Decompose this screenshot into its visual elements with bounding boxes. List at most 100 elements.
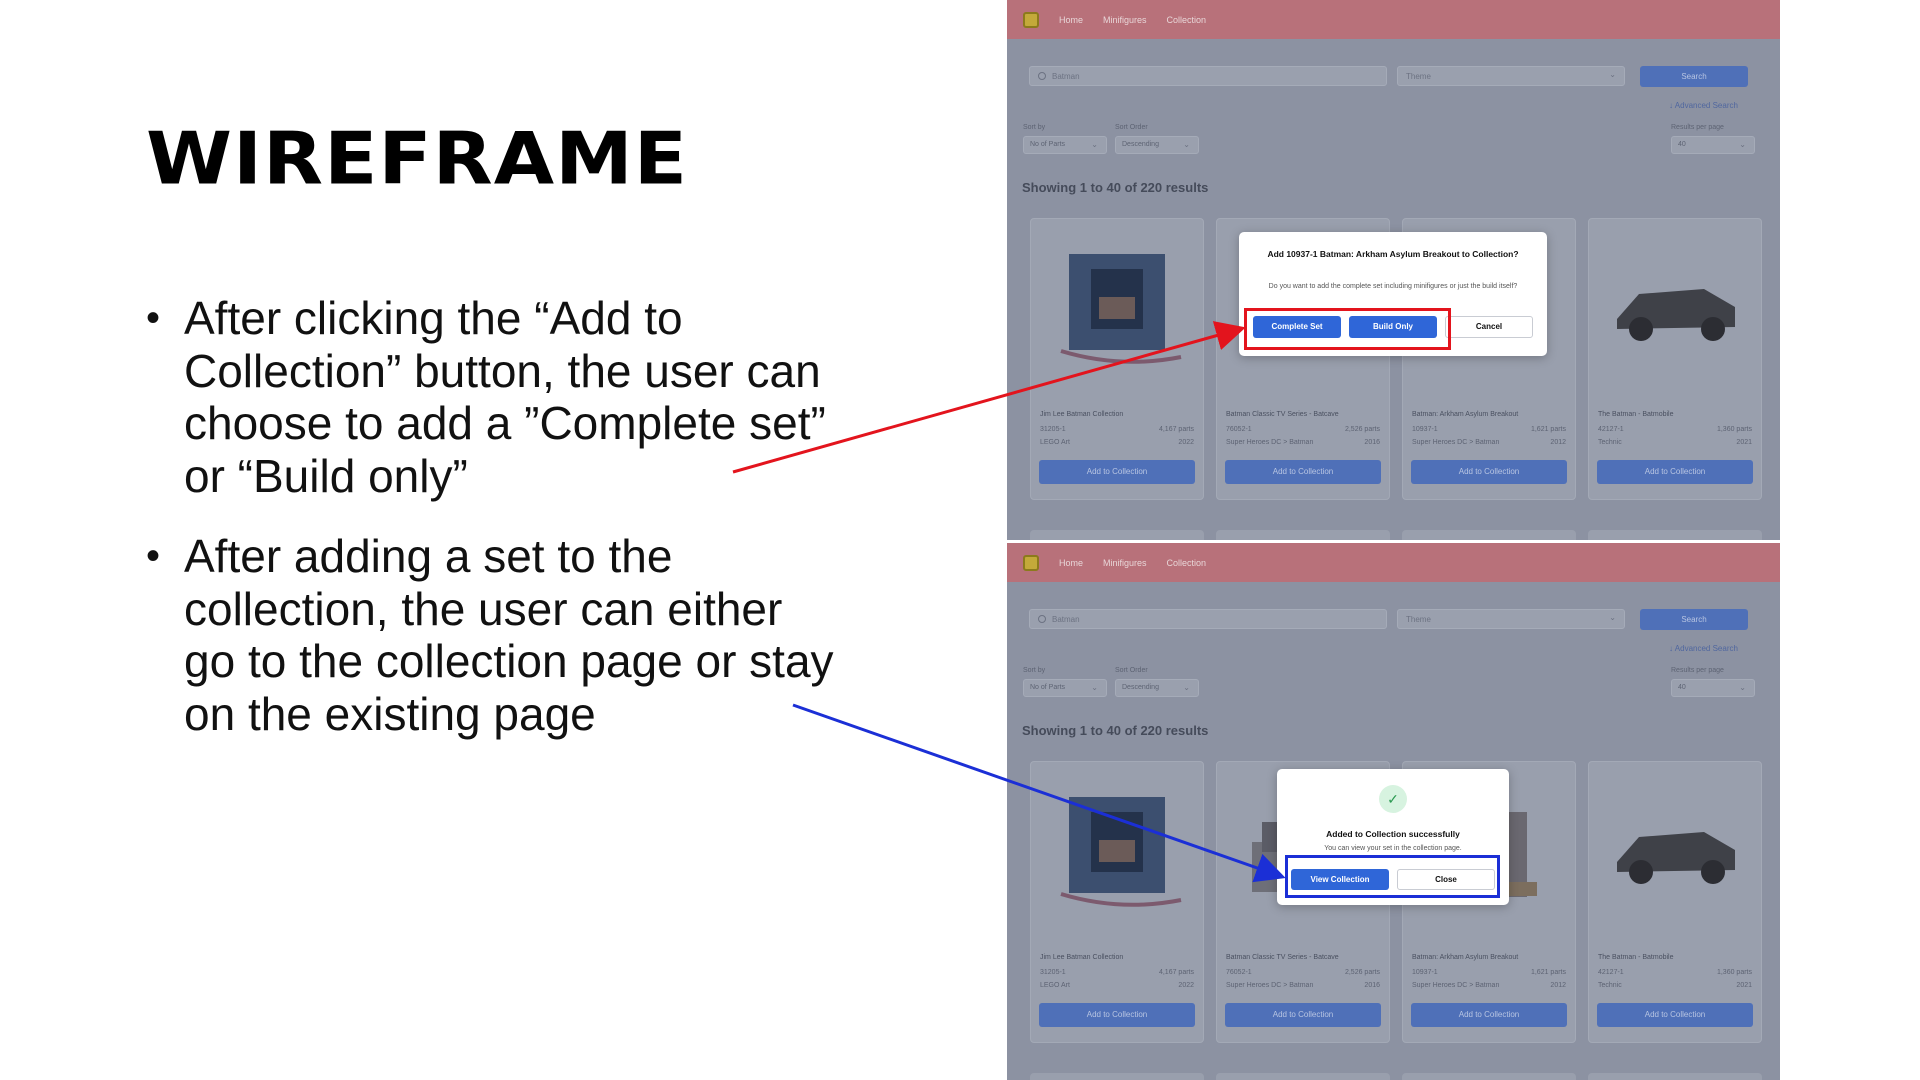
sort-order-select[interactable]: Descending ⌄ <box>1115 136 1199 154</box>
set-parts: 1,360 parts <box>1716 969 1752 976</box>
set-name[interactable]: Batman: Arkham Asylum Breakout <box>1412 954 1518 961</box>
set-card <box>1402 1073 1576 1080</box>
search-icon <box>1038 72 1046 80</box>
bullet-list: • After clicking the “Add to Collection”… <box>146 292 846 768</box>
per-page-label: Results per page <box>1671 667 1724 674</box>
lego-logo-icon[interactable] <box>1023 11 1039 28</box>
set-number: 42127-1 <box>1598 426 1624 433</box>
theme-select[interactable]: Theme ⌄ <box>1397 609 1625 629</box>
set-image <box>1060 254 1182 364</box>
dialog-title: Add 10937-1 Batman: Arkham Asylum Breako… <box>1267 249 1519 259</box>
set-card <box>1588 1073 1762 1080</box>
search-value: Batman <box>1052 72 1080 81</box>
add-to-collection-button[interactable]: Add to Collection <box>1411 460 1567 484</box>
set-number: 31205-1 <box>1040 426 1066 433</box>
search-input[interactable]: Batman <box>1029 609 1387 629</box>
add-to-collection-button[interactable]: Add to Collection <box>1225 1003 1381 1027</box>
navbar: Home Minifigures Collection <box>1007 0 1780 39</box>
set-year: 2022 <box>1178 439 1194 446</box>
set-name[interactable]: Batman Classic TV Series - Batcave <box>1226 411 1339 418</box>
sort-by-select[interactable]: No of Parts ⌄ <box>1023 679 1107 697</box>
set-year: 2021 <box>1736 439 1752 446</box>
set-theme: Super Heroes DC > Batman <box>1412 982 1500 989</box>
sort-order-label: Sort Order <box>1115 124 1148 131</box>
set-card <box>1588 530 1762 540</box>
add-to-collection-button[interactable]: Add to Collection <box>1039 460 1195 484</box>
set-card <box>1216 530 1390 540</box>
sort-by-select[interactable]: No of Parts ⌄ <box>1023 136 1107 154</box>
set-year: 2016 <box>1364 439 1380 446</box>
theme-select[interactable]: Theme ⌄ <box>1397 66 1625 86</box>
chevron-down-icon: ⌄ <box>1183 683 1190 692</box>
bullet-text: After adding a set to the collection, th… <box>184 530 834 740</box>
per-page-value: 40 <box>1678 141 1686 148</box>
set-card <box>1030 1073 1204 1080</box>
add-to-collection-button[interactable]: Add to Collection <box>1039 1003 1195 1027</box>
per-page-select[interactable]: 40 ⌄ <box>1671 679 1755 697</box>
theme-placeholder: Theme <box>1406 72 1431 81</box>
advanced-search-link[interactable]: ↓ Advanced Search <box>1669 101 1738 110</box>
set-card <box>1402 530 1576 540</box>
per-page-select[interactable]: 40 ⌄ <box>1671 136 1755 154</box>
set-theme: LEGO Art <box>1040 439 1070 446</box>
sort-order-select[interactable]: Descending ⌄ <box>1115 679 1199 697</box>
results-heading: Showing 1 to 40 of 220 results <box>1022 180 1209 195</box>
slide-title: WIREFRAME <box>146 118 689 201</box>
search-value: Batman <box>1052 615 1080 624</box>
set-year: 2022 <box>1178 982 1194 989</box>
set-year: 2021 <box>1736 982 1752 989</box>
highlight-box-blue <box>1285 855 1500 898</box>
set-name[interactable]: Jim Lee Batman Collection <box>1040 954 1123 961</box>
bullet-text: After clicking the “Add to Collection” b… <box>184 292 826 502</box>
set-theme: LEGO Art <box>1040 982 1070 989</box>
set-card: The Batman - Batmobile 42127-1 1,360 par… <box>1588 218 1762 500</box>
nav-collection[interactable]: Collection <box>1167 15 1207 25</box>
add-to-collection-button[interactable]: Add to Collection <box>1411 1003 1567 1027</box>
add-to-collection-button[interactable]: Add to Collection <box>1597 1003 1753 1027</box>
set-name[interactable]: The Batman - Batmobile <box>1598 411 1673 418</box>
highlight-box-red <box>1244 308 1451 350</box>
search-button[interactable]: Search <box>1640 609 1748 630</box>
screenshot-add-modal: Home Minifigures Collection Batman Theme… <box>1007 0 1780 540</box>
search-icon <box>1038 615 1046 623</box>
set-theme: Super Heroes DC > Batman <box>1412 439 1500 446</box>
set-name[interactable]: Jim Lee Batman Collection <box>1040 411 1123 418</box>
chevron-down-icon: ⌄ <box>1091 140 1098 149</box>
add-to-collection-button[interactable]: Add to Collection <box>1225 460 1381 484</box>
set-name[interactable]: Batman: Arkham Asylum Breakout <box>1412 411 1518 418</box>
cancel-button[interactable]: Cancel <box>1445 316 1533 338</box>
chevron-down-icon: ⌄ <box>1609 70 1616 79</box>
search-input[interactable]: Batman <box>1029 66 1387 86</box>
nav-minifigures[interactable]: Minifigures <box>1103 558 1147 568</box>
set-name[interactable]: Batman Classic TV Series - Batcave <box>1226 954 1339 961</box>
set-card <box>1030 530 1204 540</box>
chevron-down-icon: ⌄ <box>1091 683 1098 692</box>
navbar: Home Minifigures Collection <box>1007 543 1780 582</box>
set-parts: 1,360 parts <box>1716 426 1752 433</box>
per-page-value: 40 <box>1678 684 1686 691</box>
dialog-title: Added to Collection successfully <box>1326 829 1460 839</box>
nav-minifigures[interactable]: Minifigures <box>1103 15 1147 25</box>
sort-order-value: Descending <box>1122 684 1159 691</box>
set-card: Jim Lee Batman Collection 31205-1 4,167 … <box>1030 761 1204 1043</box>
nav-collection[interactable]: Collection <box>1167 558 1207 568</box>
set-name[interactable]: The Batman - Batmobile <box>1598 954 1673 961</box>
nav-home[interactable]: Home <box>1059 558 1083 568</box>
advanced-search-link[interactable]: ↓ Advanced Search <box>1669 644 1738 653</box>
add-to-collection-button[interactable]: Add to Collection <box>1597 460 1753 484</box>
bullet-after-adding: • After adding a set to the collection, … <box>146 530 846 740</box>
lego-logo-icon[interactable] <box>1023 554 1039 571</box>
set-number: 76052-1 <box>1226 426 1252 433</box>
sort-by-value: No of Parts <box>1030 684 1066 691</box>
set-card: The Batman - Batmobile 42127-1 1,360 par… <box>1588 761 1762 1043</box>
bullet-dot: • <box>146 296 161 340</box>
set-number: 10937-1 <box>1412 969 1438 976</box>
dialog-description: You can view your set in the collection … <box>1324 845 1462 852</box>
bullet-add-to-collection: • After clicking the “Add to Collection”… <box>146 292 846 502</box>
set-image <box>1617 289 1735 341</box>
search-button[interactable]: Search <box>1640 66 1748 87</box>
set-year: 2012 <box>1550 439 1566 446</box>
nav-home[interactable]: Home <box>1059 15 1083 25</box>
set-year: 2012 <box>1550 982 1566 989</box>
set-image <box>1060 797 1182 907</box>
